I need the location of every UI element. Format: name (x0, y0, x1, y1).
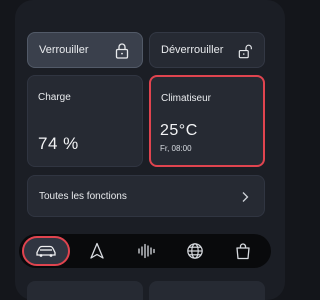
tab-shop[interactable] (220, 237, 266, 265)
shopping-bag-icon (236, 243, 250, 260)
climate-card[interactable]: Climatiseur 25°C Fr, 08:00 (149, 75, 265, 167)
charge-value: 74 % (38, 134, 79, 153)
card-peek-left (27, 281, 143, 300)
car-icon (36, 245, 56, 257)
chevron-right-icon (242, 192, 249, 202)
unlock-button[interactable]: Déverrouiller (149, 32, 265, 68)
climate-title: Climatiseur (161, 93, 212, 104)
app-screen: Verrouiller Déverrouiller Charge 74 % Cl… (0, 0, 300, 300)
tab-web[interactable] (172, 237, 218, 265)
unlock-label: Déverrouiller (161, 44, 224, 56)
tab-audio[interactable] (124, 237, 170, 265)
climate-schedule: Fr, 08:00 (160, 144, 192, 153)
climate-temperature: 25°C (160, 122, 198, 139)
tab-navigation[interactable] (74, 237, 120, 265)
tab-car[interactable] (22, 236, 70, 266)
audio-waveform-icon (138, 243, 155, 259)
charge-title: Charge (38, 92, 71, 103)
lock-button[interactable]: Verrouiller (27, 32, 143, 68)
all-functions-label: Toutes les fonctions (39, 191, 127, 202)
all-functions-button[interactable]: Toutes les fonctions (27, 175, 265, 217)
unlock-icon (238, 44, 252, 59)
charge-card[interactable]: Charge 74 % (27, 75, 143, 167)
navigation-arrow-icon (90, 242, 104, 259)
lock-icon (115, 43, 129, 59)
card-peek-right (149, 281, 265, 300)
globe-icon (187, 243, 203, 259)
bottom-tab-bar (19, 234, 271, 268)
lock-label: Verrouiller (39, 44, 89, 56)
